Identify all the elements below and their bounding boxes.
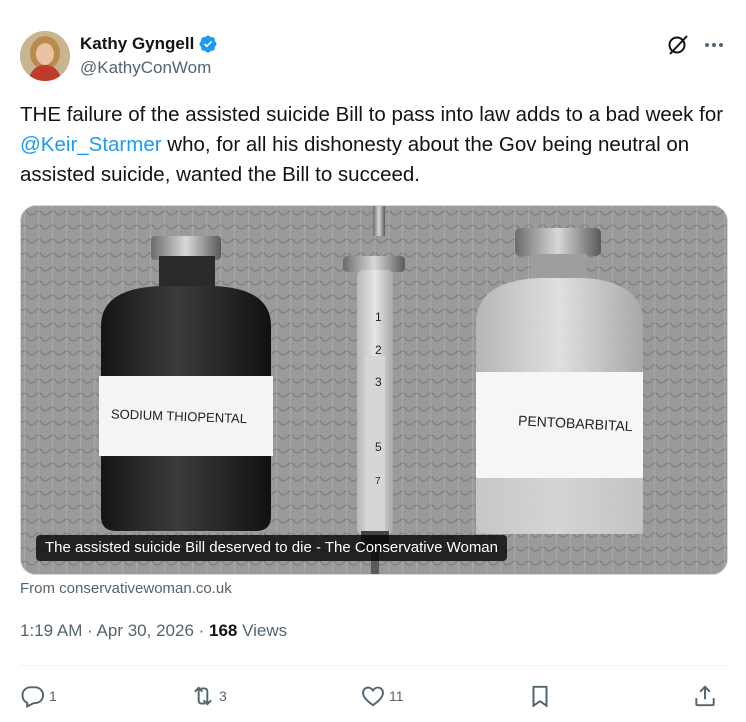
syringe-mark: 7 [375, 476, 381, 487]
author-name[interactable]: Kathy Gyngell [80, 34, 194, 54]
tweet-text: THE failure of the assisted suicide Bill… [20, 100, 726, 190]
tweet-text-part: THE failure of the assisted suicide Bill… [20, 103, 724, 126]
author-handle[interactable]: @KathyConWom [80, 58, 211, 78]
tweet-meta: 1:19 AM · Apr 30, 2026 · 168 Views [20, 621, 287, 641]
share-icon [695, 685, 715, 707]
repost-count: 3 [219, 688, 227, 704]
repost-button[interactable]: 3 [190, 681, 227, 711]
syringe-mark: 2 [375, 343, 382, 357]
like-count: 11 [389, 688, 404, 704]
share-button[interactable] [692, 681, 718, 711]
more-icon[interactable] [702, 33, 726, 57]
mention-link[interactable]: @Keir_Starmer [20, 133, 162, 156]
timestamp[interactable]: 1:19 AM · Apr 30, 2026 · [20, 621, 209, 640]
views-label: Views [237, 621, 288, 640]
divider [20, 665, 726, 666]
link-source[interactable]: From conservativewoman.co.uk [20, 580, 232, 597]
verified-badge-icon [198, 34, 218, 54]
avatar[interactable] [20, 31, 70, 81]
syringe-mark: 5 [375, 440, 382, 454]
reply-icon [21, 686, 45, 708]
action-bar: 1 3 11 [20, 681, 726, 711]
reply-count: 1 [49, 688, 57, 704]
syringe-mark: 1 [375, 310, 382, 324]
link-card-title[interactable]: The assisted suicide Bill deserved to di… [36, 535, 507, 561]
grok-icon[interactable] [666, 33, 690, 57]
syringe-mark: 3 [375, 375, 382, 389]
like-button[interactable]: 11 [360, 681, 404, 711]
repost-icon [194, 686, 212, 706]
tweet-header: Kathy Gyngell @KathyConWom [20, 30, 726, 82]
link-card-image[interactable]: SODIUM THIOPENTAL 1 2 3 5 7 PENTOBARBITA… [20, 205, 728, 575]
reply-button[interactable]: 1 [20, 681, 57, 711]
like-icon [362, 686, 384, 707]
bookmark-button[interactable] [527, 681, 553, 711]
bookmark-icon [532, 685, 548, 708]
views-count: 168 [209, 621, 238, 640]
